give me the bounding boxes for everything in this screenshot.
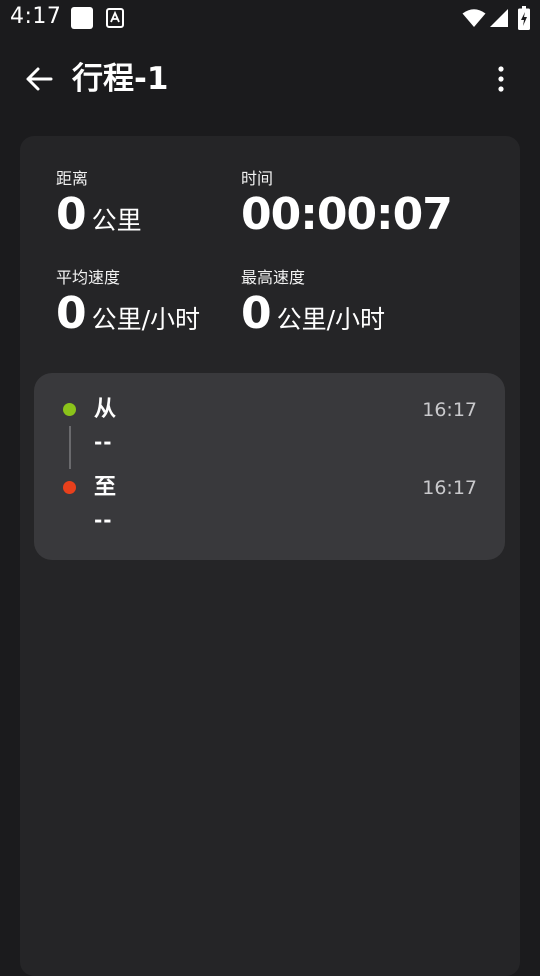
- stat-duration-value-row: 00:00:07: [241, 189, 453, 248]
- route-connector-line: [69, 426, 71, 469]
- start-point-dot-icon: [63, 403, 76, 416]
- stat-avg-speed-label: 平均速度: [56, 268, 121, 287]
- page-title: 行程-1: [72, 61, 169, 97]
- stat-max-speed: 最高速度 0 公里/小时: [241, 268, 385, 347]
- route-from-time: 16:17: [422, 399, 477, 421]
- stat-duration-label: 时间: [241, 169, 274, 188]
- stat-max-speed-value-row: 0 公里/小时: [241, 290, 385, 347]
- stat-avg-speed: 平均速度 0 公里/小时: [56, 268, 200, 347]
- stat-distance-value-row: 0 公里: [56, 191, 142, 248]
- route-from-label: 从: [94, 397, 117, 422]
- route-to-place: --: [94, 508, 113, 532]
- trip-card: 距离 0 公里 时间 00:00:07 平均速度 0 公里/小时 最高速度 0 公里/…: [20, 136, 520, 976]
- battery-charging-icon: [518, 6, 530, 30]
- stat-distance-label: 距离: [56, 169, 89, 188]
- stat-duration-value: 00:00:07: [241, 189, 453, 240]
- stat-distance-value: 0: [56, 189, 87, 240]
- route-box[interactable]: 从 -- 16:17 至 -- 16:17: [34, 373, 505, 560]
- arrow-left-icon: [26, 67, 53, 91]
- stat-max-speed-value: 0: [241, 288, 272, 339]
- stat-distance: 距离 0 公里: [56, 169, 142, 248]
- route-from-place: --: [94, 430, 113, 454]
- stat-distance-unit: 公里: [91, 206, 142, 235]
- stat-avg-speed-value-row: 0 公里/小时: [56, 290, 200, 347]
- more-vertical-icon: [498, 66, 504, 92]
- more-options-button[interactable]: [486, 58, 516, 100]
- wifi-icon: [462, 9, 486, 27]
- stat-max-speed-label: 最高速度: [241, 268, 306, 287]
- stat-max-speed-unit: 公里/小时: [276, 305, 386, 334]
- accessibility-a-icon: [106, 8, 124, 28]
- notification-square-icon: [71, 7, 93, 29]
- stat-avg-speed-value: 0: [56, 288, 87, 339]
- route-to-label: 至: [94, 475, 117, 500]
- status-time: 4:17: [10, 4, 62, 29]
- signal-icon: [490, 9, 508, 27]
- back-button[interactable]: [18, 58, 60, 100]
- end-point-dot-icon: [63, 481, 76, 494]
- route-to-time: 16:17: [422, 477, 477, 499]
- status-bar: 4:17: [0, 0, 540, 36]
- app-bar: 行程-1: [0, 44, 540, 114]
- stat-duration: 时间 00:00:07: [241, 169, 453, 248]
- stat-avg-speed-unit: 公里/小时: [91, 305, 201, 334]
